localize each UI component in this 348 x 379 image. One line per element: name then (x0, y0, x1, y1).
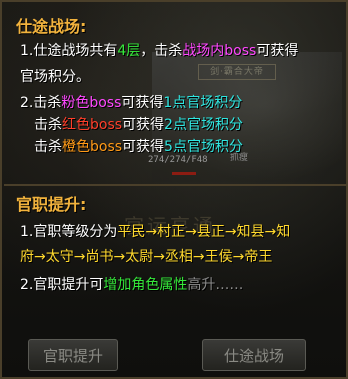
text-pink-boss: 粉色boss (61, 95, 122, 111)
text-orange-boss: 橙色boss (62, 139, 123, 155)
battlefield-rule-2: 2.击杀粉色boss可获得1点官场积分 (20, 94, 242, 112)
text-segment: ，击杀 (140, 43, 183, 59)
text-faded: 高升…… (187, 277, 244, 293)
background-hp-readout: 274/274/F48 (148, 155, 208, 165)
promotion-rule-1: 1.官职等级分为平民→村正→县正→知县→知 (20, 223, 290, 241)
text-segment: 可获得 (122, 117, 165, 133)
promote-rank-button[interactable]: 官职提升 (28, 339, 118, 371)
text-segment: 可获得 (121, 95, 164, 111)
text-segment: 1.仕途战场共有 (20, 43, 118, 59)
section-title-battlefield: 仕途战场: (16, 17, 87, 36)
text-segment: 2.击杀 (20, 95, 62, 111)
text-attribute-bonus: 增加角色属性 (103, 277, 188, 293)
battlefield-rule-1: 1.仕途战场共有4层，击杀战场内boss可获得 (20, 42, 298, 60)
text-points: 1点官场积分 (163, 95, 243, 111)
text-rank-list: 平民→村正→县正→知县→知 (117, 224, 291, 240)
career-battlefield-button[interactable]: 仕途战场 (202, 339, 306, 371)
info-panel: 剑·霸合大帝 274/274/F48 抓瘦 官运亨通 仕途战场: 1.仕途战场共… (0, 0, 348, 379)
battlefield-rule-1-cont: 官场积分。 (20, 69, 90, 85)
text-floors: 4层 (117, 43, 141, 59)
background-hp-bar (172, 172, 196, 175)
section-divider (4, 184, 348, 186)
text-segment: 1.官职等级分为 (20, 224, 118, 240)
background-plaque: 剑·霸合大帝 (198, 64, 276, 80)
text-points: 5点官场积分 (164, 139, 243, 155)
section-title-promotion: 官职提升: (16, 195, 87, 214)
promotion-rule-2: 2.官职提升可增加角色属性高升…… (20, 276, 243, 294)
text-segment: 2.官职提升可 (20, 277, 104, 293)
text-segment: 击杀 (34, 117, 62, 133)
promotion-rule-1-cont: 府→太守→尚书→太尉→丞相→王侯→帝王 (20, 249, 273, 265)
battlefield-rule-2c: 击杀橙色boss可获得5点官场积分 (34, 138, 243, 156)
text-segment: 可获得 (256, 43, 299, 59)
text-red-boss: 红色boss (62, 117, 123, 133)
battlefield-rule-2b: 击杀红色boss可获得2点官场积分 (34, 116, 243, 134)
text-segment: 可获得 (122, 139, 165, 155)
text-segment: 击杀 (34, 139, 62, 155)
text-points: 2点官场积分 (164, 117, 243, 133)
text-battlefield-boss: 战场内boss (182, 43, 257, 59)
